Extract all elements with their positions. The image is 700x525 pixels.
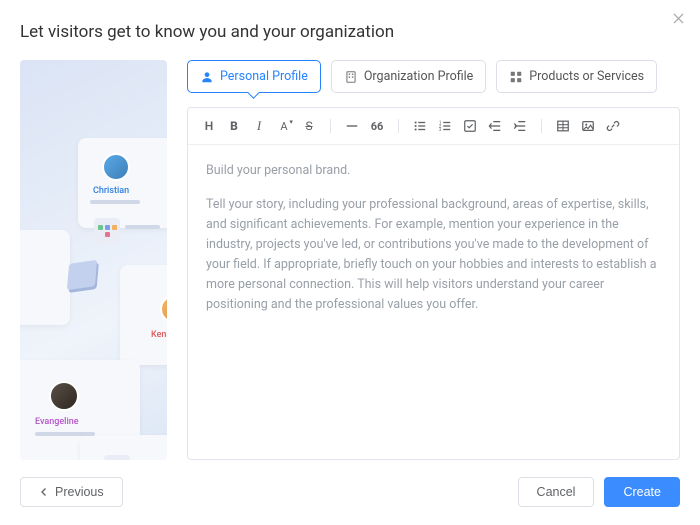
illustration-card xyxy=(120,265,167,365)
ordered-list-button[interactable]: 123 xyxy=(434,116,456,136)
quote-icon: 66 xyxy=(371,120,384,133)
chevron-left-icon xyxy=(39,487,49,497)
bullet-list-button[interactable] xyxy=(409,116,431,136)
building-icon xyxy=(344,70,358,84)
svg-text:3: 3 xyxy=(439,128,442,133)
table-icon xyxy=(556,119,570,133)
tab-personal-profile[interactable]: Personal Profile xyxy=(187,60,321,93)
modal-footer: Previous Cancel Create xyxy=(20,477,680,507)
link-icon xyxy=(606,119,620,133)
placeholder-line xyxy=(35,432,95,436)
qr-icon xyxy=(94,218,120,244)
blockquote-button[interactable]: 66 xyxy=(366,116,388,136)
link-button[interactable] xyxy=(602,116,624,136)
image-icon xyxy=(581,119,595,133)
tab-label: Products or Services xyxy=(529,69,644,84)
outdent-icon xyxy=(488,119,502,133)
close-icon xyxy=(673,13,684,24)
grid-icon xyxy=(509,70,523,84)
tab-label: Personal Profile xyxy=(220,69,308,84)
placeholder-line xyxy=(90,200,140,204)
indent-icon xyxy=(513,119,527,133)
bold-button[interactable]: B xyxy=(223,116,245,136)
button-label: Cancel xyxy=(537,485,576,499)
heading-icon: H xyxy=(205,119,214,133)
toolbar-separator xyxy=(330,119,331,133)
illustration-name: Evangeline xyxy=(35,417,79,427)
list-ol-icon: 123 xyxy=(438,119,452,133)
strikethrough-button[interactable]: S xyxy=(298,116,320,136)
person-icon xyxy=(200,70,214,84)
strikethrough-icon: S xyxy=(305,119,312,133)
horizontal-rule-button[interactable] xyxy=(341,116,363,136)
page-title: Let visitors get to know you and your or… xyxy=(20,22,680,42)
font-color-icon: A▾ xyxy=(280,120,287,133)
check-square-icon xyxy=(463,119,477,133)
create-button[interactable]: Create xyxy=(604,477,680,507)
image-button[interactable] xyxy=(577,116,599,136)
tab-organization-profile[interactable]: Organization Profile xyxy=(331,60,486,93)
table-button[interactable] xyxy=(552,116,574,136)
close-button[interactable] xyxy=(670,10,686,26)
toolbar-separator xyxy=(398,119,399,133)
cube-icon xyxy=(67,260,97,290)
tab-bar: Personal Profile Organization Profile Pr… xyxy=(187,60,680,93)
italic-button[interactable]: I xyxy=(248,116,270,136)
illustration-name: Christian xyxy=(93,186,129,196)
heading-button[interactable]: H xyxy=(198,116,220,136)
font-color-button[interactable]: A▾ xyxy=(273,116,295,136)
outdent-button[interactable] xyxy=(484,116,506,136)
editor-toolbar: H B I A▾ S 66 123 xyxy=(188,108,679,145)
button-label: Create xyxy=(623,485,661,499)
tab-products-services[interactable]: Products or Services xyxy=(496,60,657,93)
editor-content-area[interactable]: Build your personal brand. Tell your sto… xyxy=(188,145,679,459)
editor-placeholder-body: Tell your story, including your professi… xyxy=(206,195,661,315)
previous-button[interactable]: Previous xyxy=(20,477,123,507)
illustration-card xyxy=(78,138,167,228)
toolbar-separator xyxy=(541,119,542,133)
tab-label: Organization Profile xyxy=(364,69,473,84)
illustration-panel: Christian Kenneth Evangeline xyxy=(20,60,167,460)
button-label: Previous xyxy=(55,485,104,499)
italic-icon: I xyxy=(257,118,261,134)
avatar-icon xyxy=(102,153,130,181)
indent-button[interactable] xyxy=(509,116,531,136)
list-ul-icon xyxy=(413,119,427,133)
modal-header: Let visitors get to know you and your or… xyxy=(0,0,700,60)
placeholder-line xyxy=(125,225,160,229)
qr-icon xyxy=(104,455,130,460)
avatar-icon xyxy=(49,381,79,411)
minus-icon xyxy=(345,119,359,133)
bold-icon: B xyxy=(230,119,238,133)
editor-placeholder-line: Build your personal brand. xyxy=(206,161,661,181)
rich-text-editor: H B I A▾ S 66 123 Build your pe xyxy=(187,107,680,460)
illustration-card xyxy=(20,230,70,325)
checklist-button[interactable] xyxy=(459,116,481,136)
cancel-button[interactable]: Cancel xyxy=(518,477,595,507)
illustration-name: Kenneth xyxy=(151,330,167,340)
